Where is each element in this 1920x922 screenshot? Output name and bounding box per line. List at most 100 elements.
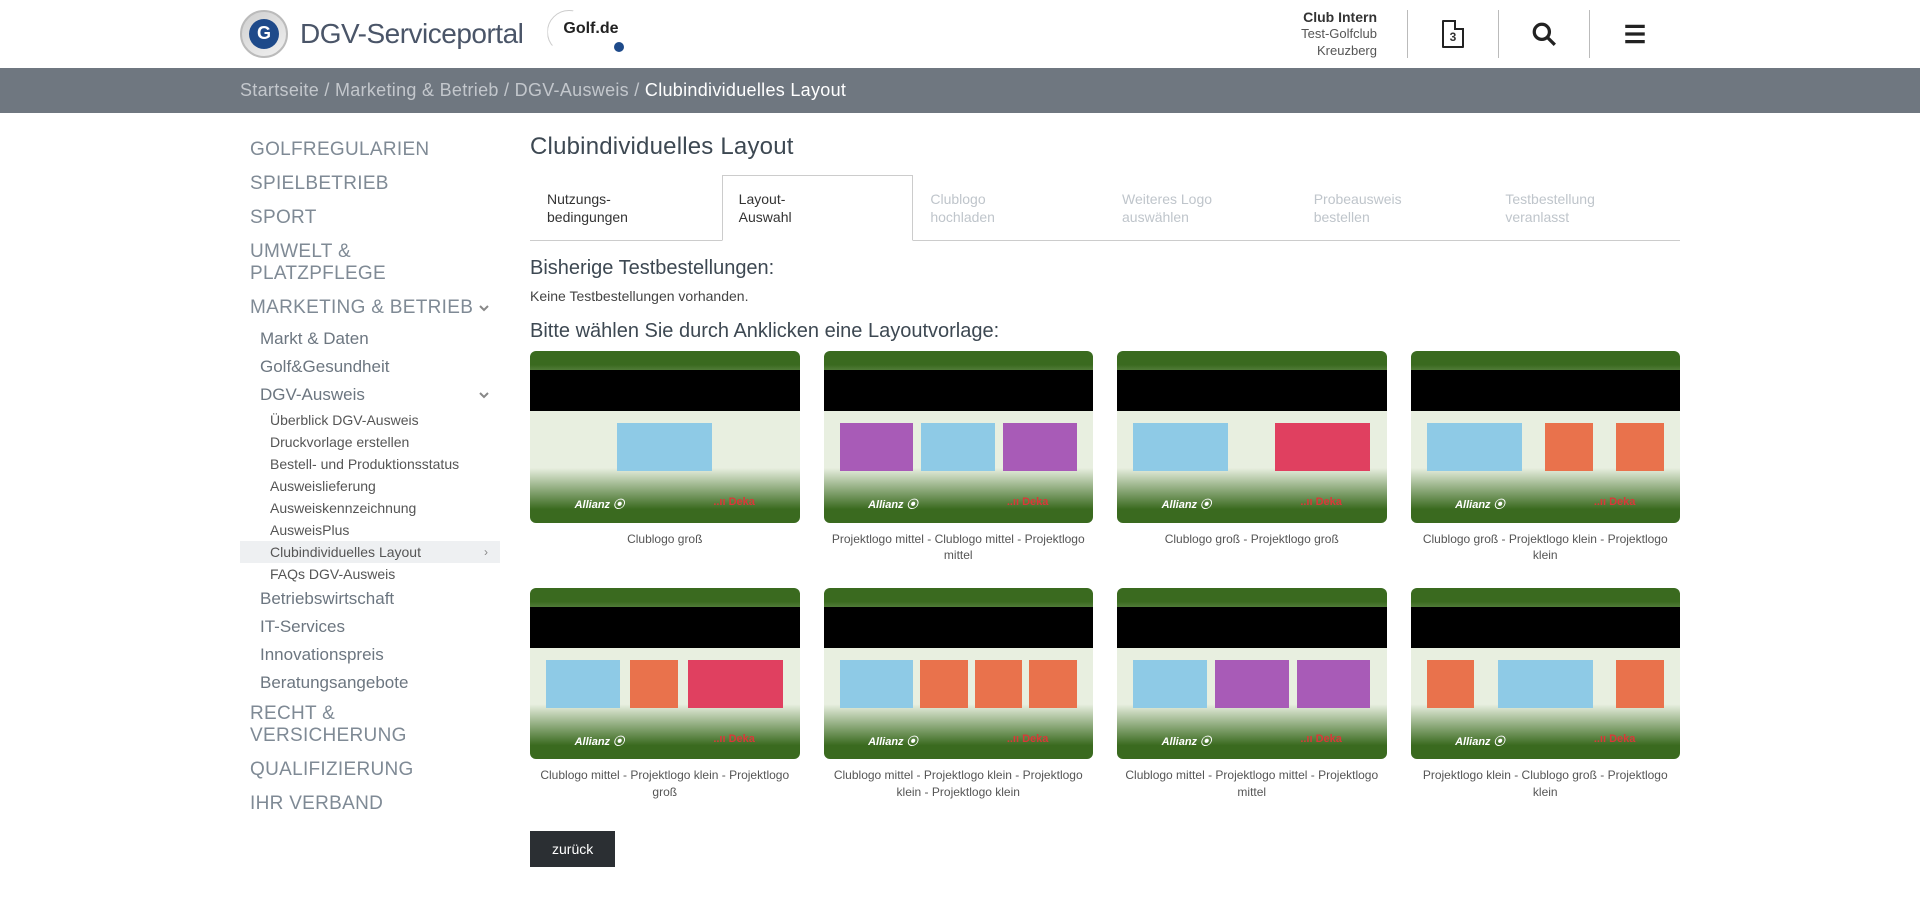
header: G DGV-Serviceportal Golf.de Club Intern … [0,0,1920,68]
logo-row [1133,423,1370,471]
logo-row [1427,660,1664,708]
document-count: 3 [1444,30,1462,44]
layout-card[interactable]: Allianz ⦿..ıı DekaClublogo mittel - Proj… [530,588,800,801]
layout-card[interactable]: Allianz ⦿..ıı Deka Clublogo mittel - Proj… [1117,588,1387,801]
sidebar-sub-betriebswirtschaft[interactable]: Betriebswirtschaft [240,585,500,613]
back-button[interactable]: zurück [530,831,615,867]
logo-placeholder [1427,660,1474,708]
tab-line1: Clublogo [930,191,985,207]
layout-card-label: Clublogo mittel - Projektlogo klein - Pr… [824,767,1094,801]
sidebar-sub-itservices[interactable]: IT-Services [240,613,500,641]
layout-card[interactable]: Allianz ⦿..ıı Deka Clublogo mittel - Proj… [824,588,1094,801]
layout-card[interactable]: Allianz ⦿ ..ıı Deka Projektlogo klein - Cl… [1411,588,1681,801]
main-content: Clubindividuelles Layout Nutzungs- bedin… [530,133,1680,867]
sidebar-sub-gesundheit[interactable]: Golf&Gesundheit [240,353,500,381]
previous-orders-text: Keine Testbestellungen vorhanden. [530,288,1680,304]
sidebar-item-clublayout[interactable]: Clubindividuelles Layout › [240,541,500,563]
magnetic-stripe [1411,607,1681,648]
sidebar-top-umwelt[interactable]: UMWELT & PLATZPFLEGE [240,235,500,291]
logo-row [1133,660,1370,708]
layout-card[interactable]: Allianz ⦿..ıı DekaClublogo groß - Projek… [1411,351,1681,564]
page: GOLFREGULARIEN SPIELBETRIEB SPORT UMWELT… [0,113,1920,907]
allianz-logo: Allianz ⦿ [868,733,918,749]
tab-line2: Auswahl [739,209,792,225]
sidebar-top-sport[interactable]: SPORT [240,201,500,235]
logo-row [840,660,1077,708]
allianz-logo: Allianz ⦿ [1162,496,1212,512]
allianz-logo: Allianz ⦿ [1455,733,1505,749]
logo-placeholder [1297,660,1371,708]
layout-card[interactable]: Allianz ⦿..ıı DekaClublogo groß - Projek… [1117,351,1387,564]
breadcrumb-link[interactable]: Startseite [240,80,319,100]
sidebar-item-ueberblick[interactable]: Überblick DGV-Ausweis [240,409,500,431]
tab-line1: Nutzungs- [547,191,611,207]
layout-card-preview: Allianz ⦿..ıı Deka [824,588,1094,759]
menu-icon [1622,21,1648,47]
deka-logo: ..ıı Deka [1594,733,1636,749]
sidebar-item-label: Clubindividuelles Layout [270,544,421,560]
tab-weitereslogo: Weiteres Logo auswählen [1105,175,1297,240]
breadcrumb: Startseite / Marketing & Betrieb / DGV-A… [0,68,1920,113]
deka-logo: ..ıı Deka [713,733,755,749]
sidebar-sub-beratung[interactable]: Beratungsangebote [240,669,500,697]
tab-testbestellung: Testbestellung veranlasst [1488,175,1680,240]
sidebar-item-faqs[interactable]: FAQs DGV-Ausweis [240,563,500,585]
sidebar-item-ausweislieferung[interactable]: Ausweislieferung [240,475,500,497]
layout-card-label: Projektlogo klein - Clublogo groß - Proj… [1411,767,1681,801]
tab-clublogo: Clublogo hochladen [913,175,1105,240]
logo-placeholder [840,660,914,708]
sidebar-sub-innovationspreis[interactable]: Innovationspreis [240,641,500,669]
tab-nutzungsbedingungen[interactable]: Nutzungs- bedingungen [530,175,722,240]
logo-placeholder [1545,423,1592,471]
sponsor-row: Allianz ⦿..ıı Deka [530,733,800,749]
sponsor-row: Allianz ⦿..ıı Deka [1117,733,1387,749]
previous-orders-heading: Bisherige Testbestellungen: [530,257,1680,280]
sidebar-top-verband[interactable]: IHR VERBAND [240,787,500,821]
magnetic-stripe [1411,370,1681,411]
search-button[interactable] [1499,21,1589,47]
layout-card-preview: Allianz ⦿..ıı Deka [1117,351,1387,522]
tab-probeausweis: Probeausweis bestellen [1297,175,1489,240]
logo-placeholder [1616,423,1663,471]
magnetic-stripe [1117,370,1387,411]
documents-button[interactable]: 3 [1408,20,1498,48]
logo-placeholder [1029,660,1076,708]
layout-card-label: Clublogo groß [530,531,800,548]
golfde-logo[interactable]: Golf.de [553,14,628,54]
layout-card-label: Clublogo mittel - Projektlogo mittel - P… [1117,767,1387,801]
sidebar-item-kennzeichnung[interactable]: Ausweiskennzeichnung [240,497,500,519]
logo-placeholder [630,660,677,708]
sidebar-sub-dgvausweis[interactable]: DGV-Ausweis [240,381,500,409]
breadcrumb-link[interactable]: DGV-Ausweis [515,80,629,100]
logo-placeholder [1133,423,1228,471]
sidebar-item-ausweisplus[interactable]: AusweisPlus [240,519,500,541]
layout-card[interactable]: Allianz ⦿..ıı DekaProjektlogo mittel - C… [824,351,1094,564]
logo-placeholder [1275,423,1370,471]
breadcrumb-current: Clubindividuelles Layout [645,80,846,100]
sidebar-top-qualifizierung[interactable]: QUALIFIZIERUNG [240,753,500,787]
sidebar-top-marketing[interactable]: MARKETING & BETRIEB [240,291,500,325]
logo-placeholder [617,423,712,471]
layout-card-preview: Allianz ⦿..ıı Deka [530,588,800,759]
club-info: Club Intern Test-Golfclub Kreuzberg [1301,8,1407,60]
menu-button[interactable] [1590,21,1680,47]
sidebar-top-recht[interactable]: RECHT & VERSICHERUNG [240,697,500,753]
sidebar-sub-markt[interactable]: Markt & Daten [240,325,500,353]
document-icon: 3 [1442,20,1464,48]
logo-placeholder [1215,660,1289,708]
sidebar-top-golfregularien[interactable]: GOLFREGULARIEN [240,133,500,167]
breadcrumb-link[interactable]: Marketing & Betrieb [335,80,499,100]
tab-layoutauswahl[interactable]: Layout- Auswahl [722,175,914,241]
layout-card-label: Clublogo groß - Projektlogo klein - Proj… [1411,531,1681,565]
sidebar-top-spielbetrieb[interactable]: SPIELBETRIEB [240,167,500,201]
logo-placeholder [920,660,967,708]
sidebar-item-druckvorlage[interactable]: Druckvorlage erstellen [240,431,500,453]
logo-placeholder [1498,660,1593,708]
layout-card-preview: Allianz ⦿..ıı Deka [530,351,800,522]
magnetic-stripe [530,370,800,411]
magnetic-stripe [1117,607,1387,648]
layout-card[interactable]: Allianz ⦿..ıı Deka Clublogo groß [530,351,800,564]
sidebar-item-bestellstatus[interactable]: Bestell- und Produktionsstatus [240,453,500,475]
tabs: Nutzungs- bedingungen Layout- Auswahl Cl… [530,175,1680,241]
allianz-logo: Allianz ⦿ [1162,733,1212,749]
